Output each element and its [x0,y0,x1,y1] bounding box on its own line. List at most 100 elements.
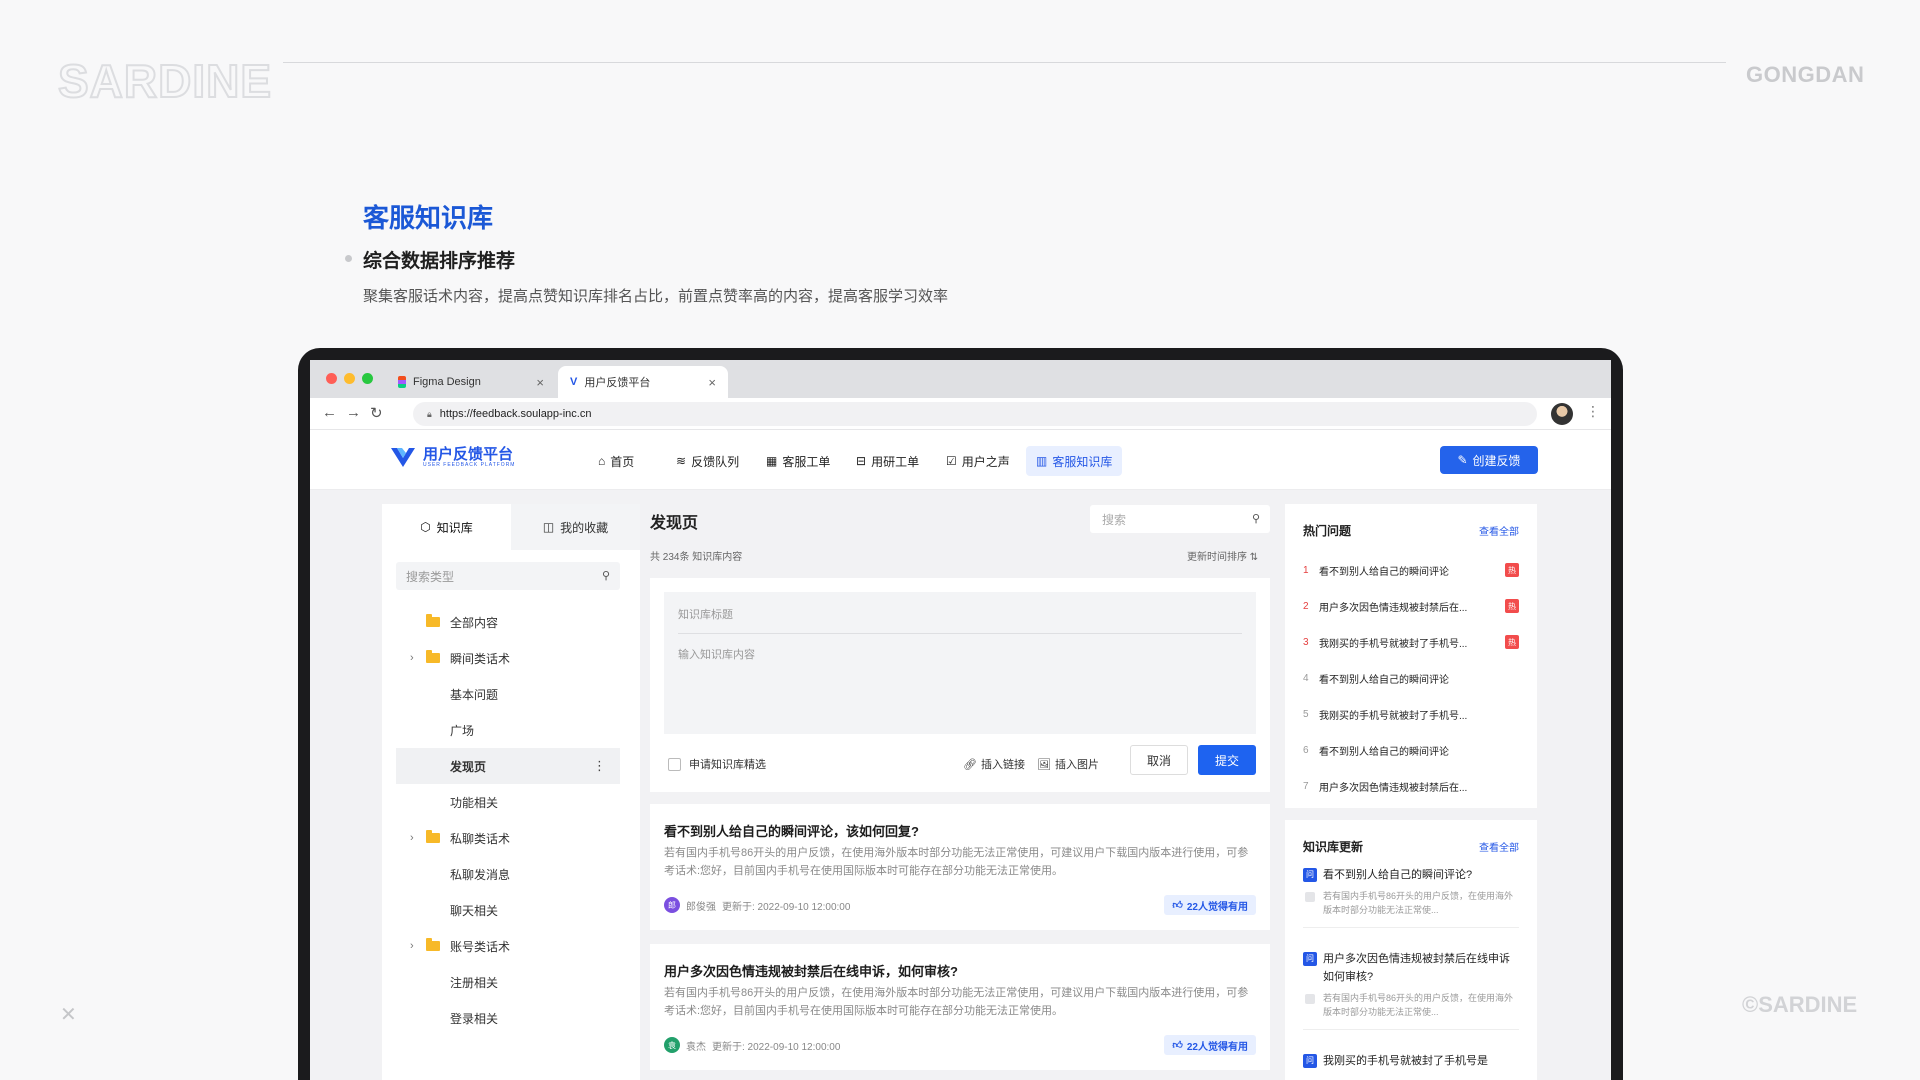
button-label: 创建反馈 [1472,453,1521,468]
editor-box[interactable]: 知识库标题 输入知识库内容 [664,592,1256,734]
author-name: 郎俊强 [686,901,716,913]
category-sidebar: ⬡ 知识库 ◫ 我的收藏 搜索类型 ⚲ 全部内容 › 瞬间类话术 基本问题 广场 … [382,504,640,1080]
close-tab-icon[interactable]: × [536,375,544,390]
tab-knowledge-base[interactable]: ⬡ 知识库 [382,504,511,550]
content-input[interactable]: 输入知识库内容 [678,646,755,662]
browser-menu-icon[interactable]: ⋮ [1586,403,1600,420]
figma-icon [398,376,406,388]
lock-icon: 🔒︎ [427,408,432,419]
apply-featured-checkbox[interactable]: 申请知识库精选 [668,756,766,772]
update-item[interactable]: 我刚买的手机号就被封了手机号是 [1303,1052,1519,1070]
hot-question-item[interactable]: 1 看不到别人给自己的瞬间评论 热 [1303,560,1519,580]
tree-item[interactable]: 登录相关 [382,1000,640,1036]
minimize-window-dot[interactable] [344,373,355,384]
tab-label: 知识库 [436,520,473,535]
view-all-link[interactable]: 查看全部 [1479,523,1519,538]
search-placeholder: 搜索 [1102,512,1127,527]
tree-item[interactable]: 广场 [382,712,640,748]
update-description: 若有国内手机号86开头的用户反馈，在使用海外版本时部分功能无法正常使... [1303,889,1519,917]
insert-image-button[interactable]: 🖼︎ 插入图片 [1037,756,1099,772]
hot-question-item[interactable]: 7 用户多次因色情违规被封禁后在... [1303,776,1519,796]
edit-icon: ✎ [1457,453,1468,467]
knowledge-card[interactable]: 用户多次因色情违规被封禁后在线申诉，如何审核? 若有国内手机号86开头的用户反馈… [650,944,1270,1070]
update-item[interactable]: 看不到别人给自己的瞬间评论? 若有国内手机号86开头的用户反馈，在使用海外版本时… [1303,866,1519,928]
browser-tab-figma[interactable]: Figma Design × [386,366,556,398]
nav-feedback-queue[interactable]: ≋ 反馈队列 [666,446,749,476]
update-item[interactable]: 用户多次因色情违规被封禁后在线申诉如何审核? 若有国内手机号86开头的用户反馈，… [1303,950,1519,1030]
bookmark-icon: ◫ [542,520,555,534]
tree-item[interactable]: 功能相关 [382,784,640,820]
update-title[interactable]: 我刚买的手机号就被封了手机号是 [1303,1052,1519,1070]
browser-window: Figma Design × V 用户反馈平台 × ← → ↻ 🔒︎ https… [310,360,1611,1080]
browser-tab-feedback[interactable]: V 用户反馈平台 × [558,366,728,398]
question-text: 用户多次因色情违规被封禁后在... [1319,782,1468,794]
tree-item[interactable]: 基本问题 [382,676,640,712]
tree-item[interactable]: 聊天相关 [382,892,640,928]
search-icon[interactable]: ⚲ [602,569,610,582]
profile-avatar[interactable] [1551,403,1573,425]
close-tab-icon[interactable]: × [708,375,716,390]
tree-label: 广场 [450,723,475,738]
tree-item[interactable]: › 瞬间类话术 [382,640,640,676]
view-all-link[interactable]: 查看全部 [1479,839,1519,854]
helpful-button[interactable]: 👍︎ 22人觉得有用 [1164,1035,1256,1055]
nav-knowledge-base[interactable]: ▥ 客服知识库 [1026,446,1123,476]
tree-item[interactable]: › 账号类话术 [382,928,640,964]
category-search-input[interactable]: 搜索类型 ⚲ [396,562,620,590]
layers-icon: ≋ [676,454,687,468]
hot-question-item[interactable]: 3 我刚买的手机号就被封了手机号... 热 [1303,632,1519,652]
nav-home[interactable]: ⌂ 首页 [588,446,644,476]
card-title[interactable]: 看不到别人给自己的瞬间评论，该如何回复? [664,821,919,840]
hot-badge: 热 [1505,563,1519,577]
section-title: 客服知识库 [363,203,494,233]
tree-item[interactable]: › 私聊类话术 [382,820,640,856]
more-options-icon[interactable]: ⋮ [593,758,606,774]
helpful-button[interactable]: 👍︎ 22人觉得有用 [1164,895,1256,915]
book-icon: ▥ [1036,454,1048,468]
image-icon: 🖼︎ [1037,758,1051,771]
chevron-right-icon[interactable]: › [410,832,414,844]
tree-item[interactable]: 全部内容 [382,604,640,640]
app-logo[interactable]: 用户反馈平台 USER FEEDBACK PLATFORM [390,446,515,468]
submit-button[interactable]: 提交 [1198,745,1256,775]
nav-service-tickets[interactable]: ▦ 客服工单 [756,446,840,476]
cancel-button[interactable]: 取消 [1130,745,1188,775]
chevron-right-icon[interactable]: › [410,652,414,664]
update-title[interactable]: 用户多次因色情违规被封禁后在线申诉如何审核? [1303,950,1519,986]
tab-favorites[interactable]: ◫ 我的收藏 [511,504,640,550]
chevron-right-icon[interactable]: › [410,940,414,952]
nav-research-tickets[interactable]: ⊟ 用研工单 [846,446,929,476]
update-title[interactable]: 看不到别人给自己的瞬间评论? [1303,866,1519,884]
hot-question-item[interactable]: 2 用户多次因色情违规被封禁后在... 热 [1303,596,1519,616]
tree-item[interactable]: 注册相关 [382,964,640,1000]
sort-control[interactable]: 更新时间排序 ⇅ [1187,548,1258,563]
reload-icon[interactable]: ↻ [370,404,383,422]
card-title[interactable]: 用户多次因色情违规被封禁后在线申诉，如何审核? [664,961,958,980]
folder-icon [426,650,440,663]
tree-item-selected[interactable]: 发现页 ⋮ [396,748,620,784]
insert-link-button[interactable]: 🔗︎ 插入链接 [963,756,1025,772]
inbox-icon: ⊟ [856,454,867,468]
create-feedback-button[interactable]: ✎ 创建反馈 [1440,446,1538,474]
back-icon[interactable]: ← [322,404,337,421]
search-icon[interactable]: ⚲ [1252,512,1260,525]
url-field[interactable]: 🔒︎ https://feedback.soulapp-inc.cn [413,402,1537,426]
forward-icon[interactable]: → [346,404,361,421]
knowledge-card[interactable]: 看不到别人给自己的瞬间评论，该如何回复? 若有国内手机号86开头的用户反馈，在使… [650,804,1270,930]
tree-item[interactable]: 私聊发消息 [382,856,640,892]
title-input[interactable]: 知识库标题 [678,606,733,622]
rank-number: 3 [1303,636,1309,648]
nav-user-voice[interactable]: ☑ 用户之声 [936,446,1020,476]
hot-question-item[interactable]: 6 看不到别人给自己的瞬间评论 [1303,740,1519,760]
hot-question-item[interactable]: 5 我刚买的手机号就被封了手机号... [1303,704,1519,724]
maximize-window-dot[interactable] [362,373,373,384]
cube-icon: ⬡ [420,520,431,534]
bullet-dot [345,255,352,262]
sidebar-tabs: ⬡ 知识库 ◫ 我的收藏 [382,504,640,550]
checkbox[interactable] [668,757,681,771]
knowledge-search-input[interactable]: 搜索 ⚲ [1090,505,1270,533]
update-description: 若有国内手机号86开头的用户反馈，在使用海外版本时部分功能无法正常使... [1303,991,1519,1019]
close-window-dot[interactable] [326,373,337,384]
hot-question-item[interactable]: 4 看不到别人给自己的瞬间评论 [1303,668,1519,688]
card-description: 若有国内手机号86开头的用户反馈，在使用海外版本时部分功能无法正常使用，可建议用… [664,847,1249,877]
